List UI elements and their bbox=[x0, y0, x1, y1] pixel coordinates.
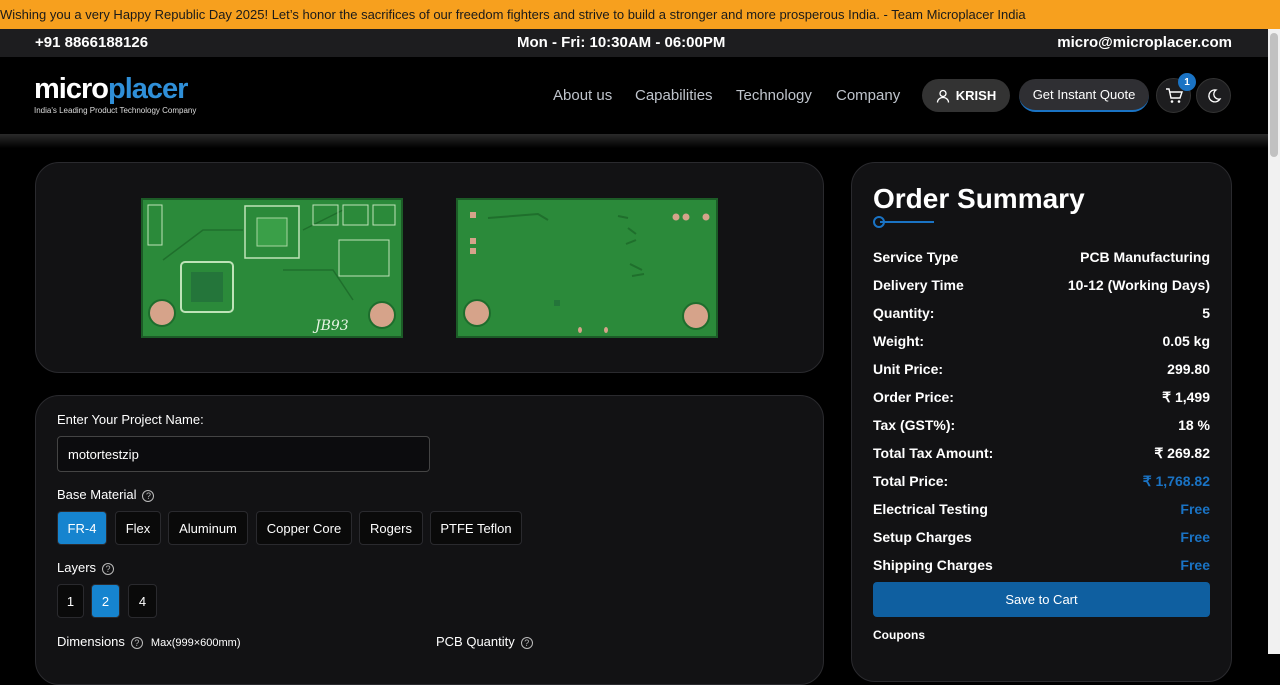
summary-row: Quantity: 5 bbox=[873, 305, 1210, 321]
material-option-rogers[interactable]: Rogers bbox=[359, 511, 423, 545]
coupons-label: Coupons bbox=[873, 628, 925, 642]
summary-row-value: PCB Manufacturing bbox=[1080, 249, 1210, 265]
material-option-ptfe-teflon[interactable]: PTFE Teflon bbox=[430, 511, 522, 545]
logo-part-placer: placer bbox=[107, 73, 188, 105]
summary-row: Electrical Testing Free bbox=[873, 501, 1210, 517]
pcb-preview-panel: JB93 bbox=[35, 162, 824, 373]
summary-row-label: Setup Charges bbox=[873, 529, 972, 545]
summary-row-label: Weight: bbox=[873, 333, 925, 349]
summary-row: Delivery Time 10-12 (Working Days) bbox=[873, 277, 1210, 293]
nav-company[interactable]: Company bbox=[836, 87, 900, 104]
material-option-flex[interactable]: Flex bbox=[115, 511, 161, 545]
page-scrollbar[interactable] bbox=[1268, 29, 1280, 654]
logo-tagline: India's Leading Product Technology Compa… bbox=[34, 106, 197, 115]
help-icon[interactable]: ? bbox=[102, 562, 115, 575]
base-material-label: Base Material? bbox=[57, 487, 155, 502]
summary-row: Total Price: ₹ 1,768.82 bbox=[873, 473, 1210, 489]
summary-row: Order Price: ₹ 1,499 bbox=[873, 389, 1210, 405]
user-name: KRISH bbox=[955, 88, 997, 103]
nav-about-us[interactable]: About us bbox=[553, 87, 612, 104]
summary-row-value: Free bbox=[1180, 529, 1210, 545]
material-option-aluminum[interactable]: Aluminum bbox=[168, 511, 248, 545]
theme-toggle-button[interactable] bbox=[1196, 78, 1231, 113]
layer-option-4[interactable]: 4 bbox=[128, 584, 157, 618]
help-icon[interactable]: ? bbox=[520, 636, 533, 649]
order-summary-title: Order Summary bbox=[873, 183, 1085, 214]
summary-row-value: 18 % bbox=[1178, 417, 1210, 433]
user-icon bbox=[936, 89, 949, 103]
logo[interactable]: microplacer India's Leading Product Tech… bbox=[34, 74, 196, 115]
pcb-quantity-label: PCB Quantity? bbox=[436, 634, 533, 649]
summary-row-label: Delivery Time bbox=[873, 277, 964, 293]
summary-row: Setup Charges Free bbox=[873, 529, 1210, 545]
user-account-button[interactable]: KRISH bbox=[922, 79, 1010, 112]
title-underline-decoration bbox=[873, 216, 934, 228]
contact-phone[interactable]: +91 8866188126 bbox=[35, 29, 148, 57]
moon-icon bbox=[1207, 88, 1221, 103]
summary-row-label: Total Tax Amount: bbox=[873, 445, 994, 461]
dimensions-label: Dimensions? Max(999×600mm) bbox=[57, 634, 241, 649]
summary-row-label: Service Type bbox=[873, 249, 959, 265]
cart-icon bbox=[1165, 87, 1183, 103]
layers-label: Layers? bbox=[57, 560, 115, 575]
scrollbar-thumb[interactable] bbox=[1270, 33, 1278, 157]
summary-row-label: Unit Price: bbox=[873, 361, 944, 377]
mounting-hole bbox=[463, 299, 491, 327]
summary-row-value: ₹ 269.82 bbox=[1154, 445, 1210, 461]
summary-row-value: 0.05 kg bbox=[1162, 333, 1210, 349]
summary-row: Service Type PCB Manufacturing bbox=[873, 249, 1210, 265]
summary-row: Weight: 0.05 kg bbox=[873, 333, 1210, 349]
project-name-label: Enter Your Project Name: bbox=[57, 412, 204, 427]
summary-row-label: Quantity: bbox=[873, 305, 935, 321]
business-hours: Mon - Fri: 10:30AM - 06:00PM bbox=[517, 34, 726, 51]
summary-row: Shipping Charges Free bbox=[873, 557, 1210, 573]
dimensions-hint: Max(999×600mm) bbox=[150, 637, 241, 649]
summary-row: Unit Price: 299.80 bbox=[873, 361, 1210, 377]
get-instant-quote-button[interactable]: Get Instant Quote bbox=[1019, 79, 1149, 112]
project-name-input[interactable]: motortestzip bbox=[57, 436, 430, 472]
summary-row-value: 5 bbox=[1202, 305, 1210, 321]
pcb-silkscreen-marking: JB93 bbox=[315, 318, 349, 334]
nav-technology[interactable]: Technology bbox=[736, 87, 812, 104]
summary-row-value: ₹ 1,768.82 bbox=[1142, 473, 1210, 489]
layer-option-2[interactable]: 2 bbox=[91, 584, 120, 618]
summary-row-value: Free bbox=[1180, 501, 1210, 517]
cart-count-badge: 1 bbox=[1178, 73, 1196, 91]
nav-capabilities[interactable]: Capabilities bbox=[635, 87, 713, 104]
logo-part-micro: micro bbox=[34, 73, 109, 105]
material-option-copper-core[interactable]: Copper Core bbox=[256, 511, 352, 545]
summary-row-value: ₹ 1,499 bbox=[1162, 389, 1210, 405]
summary-row-label: Total Price: bbox=[873, 473, 949, 489]
announcement-bar: Wishing you a very Happy Republic Day 20… bbox=[0, 0, 1280, 29]
contact-email[interactable]: micro@microplacer.com bbox=[1057, 29, 1232, 57]
main-navbar: microplacer India's Leading Product Tech… bbox=[0, 57, 1268, 134]
material-option-fr4[interactable]: FR-4 bbox=[57, 511, 107, 545]
help-icon[interactable]: ? bbox=[130, 636, 143, 649]
summary-row-label: Shipping Charges bbox=[873, 557, 993, 573]
save-to-cart-button[interactable]: Save to Cart bbox=[873, 582, 1210, 617]
layer-option-1[interactable]: 1 bbox=[57, 584, 84, 618]
help-icon[interactable]: ? bbox=[142, 489, 155, 502]
pcb-back-image bbox=[456, 198, 718, 338]
mounting-hole bbox=[682, 302, 710, 330]
summary-row-value: 299.80 bbox=[1167, 361, 1210, 377]
mounting-hole bbox=[368, 301, 396, 329]
summary-row-label: Order Price: bbox=[873, 389, 954, 405]
mounting-hole bbox=[148, 299, 176, 327]
summary-row-value: Free bbox=[1180, 557, 1210, 573]
summary-row: Tax (GST%): 18 % bbox=[873, 417, 1210, 433]
summary-row-label: Electrical Testing bbox=[873, 501, 988, 517]
summary-row: Total Tax Amount: ₹ 269.82 bbox=[873, 445, 1210, 461]
pcb-front-image: JB93 bbox=[141, 198, 403, 338]
summary-row-value: 10-12 (Working Days) bbox=[1067, 277, 1210, 293]
summary-row-label: Tax (GST%): bbox=[873, 417, 956, 433]
contact-bar: +91 8866188126 Mon - Fri: 10:30AM - 06:0… bbox=[0, 29, 1268, 57]
header-shadow bbox=[0, 134, 1268, 148]
